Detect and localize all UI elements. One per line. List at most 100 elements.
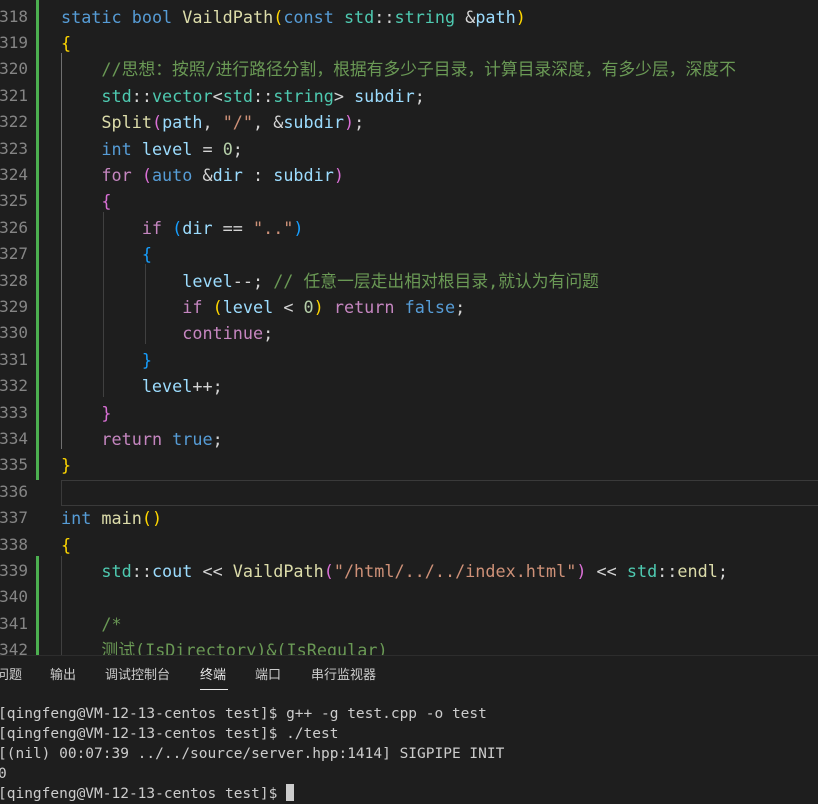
line-number: 338 [0,534,28,554]
code-line[interactable]: 324 for (auto &dir : subdir) [0,162,818,188]
code-token: { [141,244,152,265]
tab-ports[interactable]: 端口 [255,665,281,687]
code-token: :: [374,6,395,27]
code-editor[interactable]: 318 static bool VaildPath(const std::stri… [0,0,818,655]
code-text: { [61,188,112,214]
code-token: VaildPath [232,560,324,581]
code-text: { [61,30,71,56]
code-token: ) [293,217,304,238]
code-text: } [61,347,152,373]
code-token: dir [182,217,213,238]
code-token: ) [333,164,344,185]
code-line[interactable]: 339 std::cout << VaildPath("/html/../../… [0,558,818,584]
code-token: string [394,6,456,27]
code-token: ( [141,164,152,185]
code-line[interactable]: 325 { [0,188,818,214]
code-text: { [61,532,71,558]
terminal-line: [(nil) 00:07:39 ../../source/server.hpp:… [0,746,505,762]
code-text: level--; // 任意一层走出相对根目录,就认为有问题 [61,268,599,294]
code-line[interactable]: 329 if (level < 0) return false; [0,294,818,320]
code-token: ) [343,112,355,133]
code-line[interactable]: 332 level++; [0,373,818,399]
line-number: 323 [0,138,28,158]
code-line[interactable]: 337 int main() [0,505,818,531]
code-token: --; [232,270,274,291]
code-line[interactable]: 336 [0,479,818,505]
code-text: for (auto &dir : subdir) [61,162,344,188]
code-text: if (dir == "..") [61,215,304,241]
code-token: ; [414,85,425,106]
line-number: 334 [0,428,28,448]
code-line[interactable]: 322 Split(path, "/", &subdir); [0,109,818,135]
code-token: 0 [222,138,233,159]
code-line[interactable]: 331 } [0,347,818,373]
code-line[interactable]: 335} [0,452,818,478]
line-number: 341 [0,613,28,633]
code-line[interactable]: 327 { [0,241,818,267]
line-number: 340 [0,587,28,607]
code-token: ++; [192,376,223,397]
code-line[interactable]: 326 if (dir == "..") [0,215,818,241]
code-token: & [192,164,213,185]
line-number: 319 [0,32,28,52]
code-token: == [212,217,253,238]
code-token: < [212,85,223,106]
terminal-prompt[interactable]: [qingfeng@VM-12-13-centos test]$ [0,784,295,804]
code-token: main [101,508,142,529]
line-number: 326 [0,217,28,237]
code-line[interactable]: 342 测试(IsDirectory)&(IsRegular) [0,637,818,655]
code-line[interactable]: 321 std::vector<std::string> subdir; [0,83,818,109]
line-number: 335 [0,455,28,475]
code-token: { [61,534,72,555]
code-token: std [343,6,375,27]
tab-problems[interactable]: 问题 [0,665,22,687]
code-token: false [404,296,456,317]
line-number: 320 [0,59,28,79]
code-token: :: [131,560,152,581]
tab-output[interactable]: 输出 [50,665,76,687]
code-token: if [141,217,163,238]
code-token: "/" [222,112,254,133]
code-line[interactable]: 323 int level = 0; [0,136,818,162]
tab-terminal[interactable]: 终端 [200,665,226,687]
code-line[interactable]: 320 //思想：按照/进行路径分割，根据有多少子目录，计算目录深度，有多少层，… [0,56,818,82]
code-token: = [192,138,223,159]
code-line[interactable]: 338 { [0,532,818,558]
code-text: std::cout << VaildPath("/html/../../inde… [61,558,728,584]
code-token: std [222,85,253,106]
code-text: 测试(IsDirectory)&(IsRegular) [61,637,387,655]
tab-serial-monitor[interactable]: 串行监视器 [311,665,376,687]
code-line[interactable]: 340 [0,584,818,610]
code-line[interactable]: 334 return true; [0,426,818,452]
code-line[interactable]: 333 } [0,400,818,426]
code-token: << [192,560,233,581]
code-token: return [333,296,395,317]
code-token: ; [232,138,243,159]
code-line[interactable]: 318 static bool VaildPath(const std::stri… [0,4,818,30]
line-number: 324 [0,164,28,184]
code-line[interactable]: 341 /* [0,611,818,637]
code-token: "/html/../../index.html" [333,560,577,581]
code-token: std [626,560,658,581]
code-token: ) [313,296,324,317]
code-line[interactable]: 319 { [0,30,818,56]
code-token: ( [151,112,163,133]
code-token: { [101,191,112,212]
code-line[interactable]: 330 continue; [0,320,818,346]
tab-debug-console[interactable]: 调试控制台 [105,665,170,687]
code-token: std [101,560,132,581]
bottom-panel: 问题 输出 调试控制台 终端 端口 串行监视器 [qingfeng@VM-12-… [0,655,818,802]
code-line[interactable]: 328 level--; // 任意一层走出相对根目录,就认为有问题 [0,268,818,294]
